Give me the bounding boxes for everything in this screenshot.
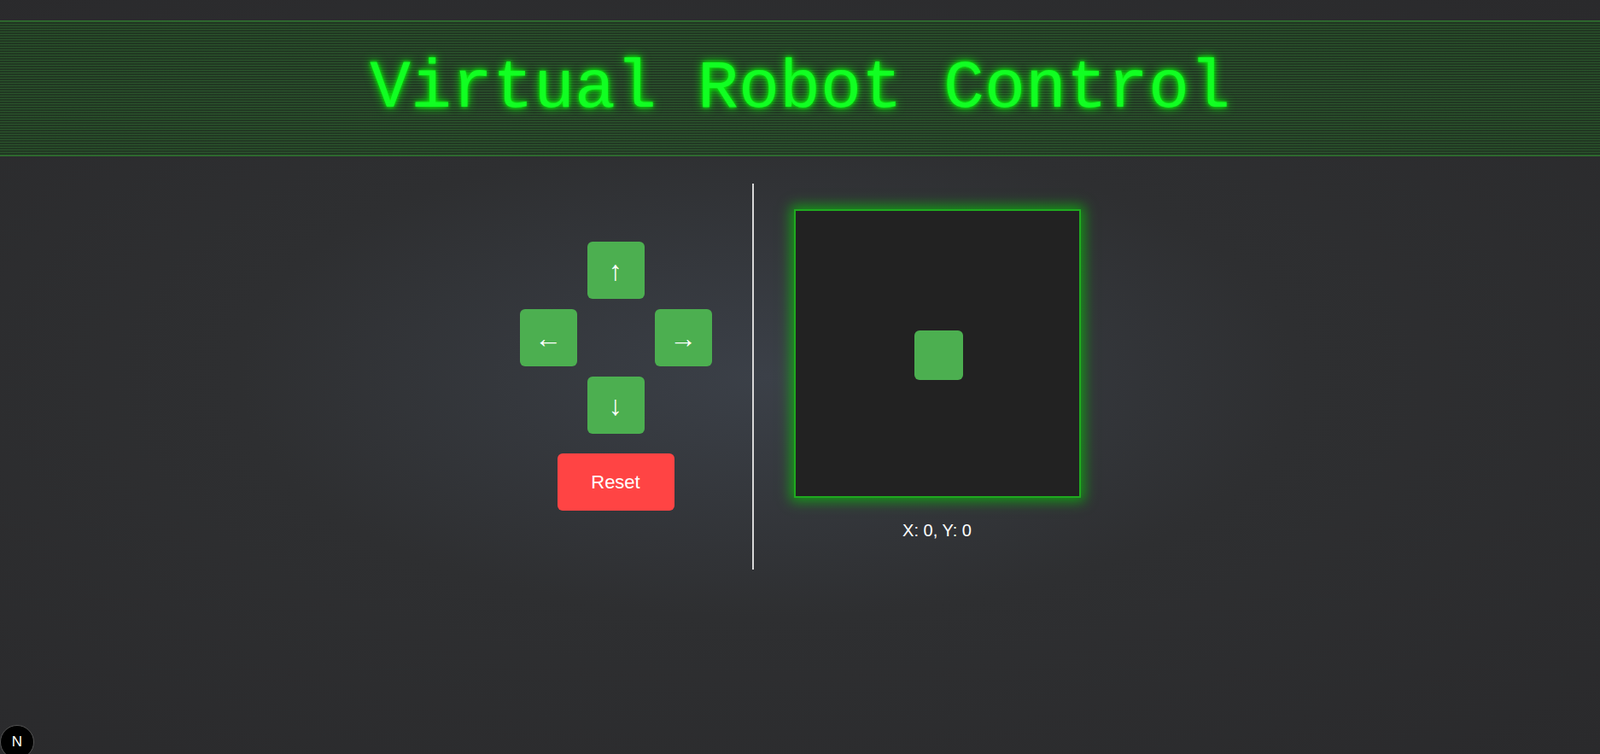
- coordinates: X: 0, Y: 0: [902, 519, 972, 541]
- page-title: Virtual Robot Control: [369, 54, 1231, 123]
- page: Virtual Robot Control ↑← →↓ Reset X: 0, Y: 0…: [0, 0, 1600, 754]
- nextjs-badge[interactable]: N: [0, 724, 35, 754]
- robot: [914, 330, 964, 380]
- header-band: Virtual Robot Control: [0, 20, 1600, 157]
- arena: [794, 209, 1081, 498]
- divider: [752, 183, 754, 570]
- up-button[interactable]: ↑: [587, 241, 645, 299]
- dpad: ↑← →↓: [519, 241, 713, 434]
- content: ↑← →↓ Reset X: 0, Y: 0: [0, 183, 1600, 570]
- down-button[interactable]: ↓: [587, 376, 645, 434]
- right-button[interactable]: →: [654, 309, 713, 367]
- reset-button[interactable]: Reset: [557, 453, 675, 511]
- control-panel: ↑← →↓ Reset: [519, 183, 713, 511]
- arena-panel: X: 0, Y: 0: [794, 183, 1081, 541]
- left-button[interactable]: ←: [519, 309, 578, 367]
